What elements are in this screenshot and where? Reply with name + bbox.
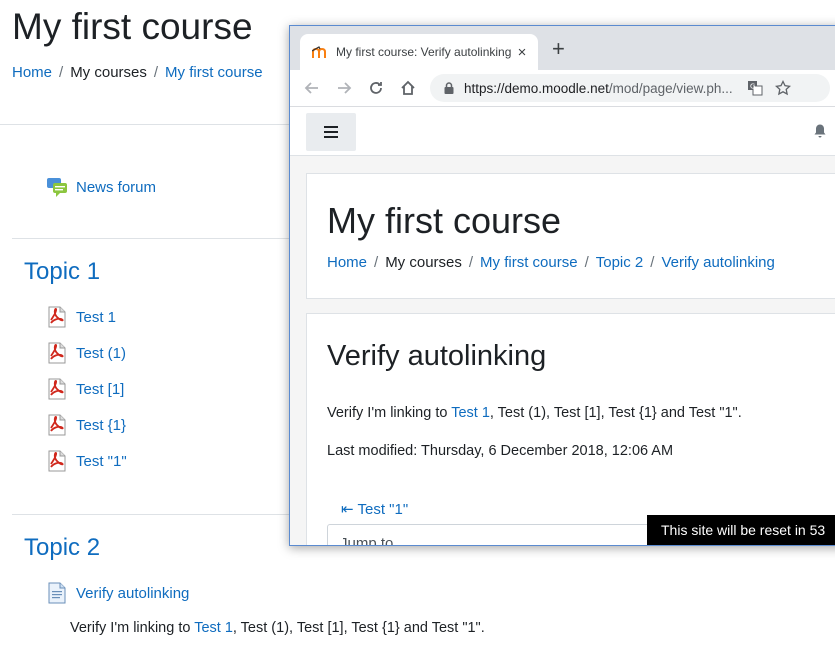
tab-strip: My first course: Verify autolinking × + xyxy=(290,26,835,70)
page-header-card: My first course Home / My courses / My first… xyxy=(306,173,835,299)
breadcrumb-separator: / xyxy=(468,254,474,271)
page-icon xyxy=(48,582,66,604)
topic-2-summary: Verify I'm linking to Test 1, Test (1), … xyxy=(70,620,485,636)
activity-page[interactable]: Verify autolinking xyxy=(46,582,189,604)
svg-text:G: G xyxy=(750,83,755,91)
file-link[interactable]: Test (1) xyxy=(76,345,126,362)
notification-bell-icon[interactable] xyxy=(812,123,828,139)
file-item[interactable]: Test (1) xyxy=(46,342,126,364)
top-navbar xyxy=(290,107,835,156)
page-breadcrumb: Home / My courses / My first course / Topic 2 /… xyxy=(327,254,775,271)
menu-toggle-button[interactable] xyxy=(306,113,356,151)
reset-notice: This site will be reset in 53 xyxy=(647,515,835,545)
lock-icon xyxy=(444,82,454,94)
breadcrumb: Home / My courses / My first course xyxy=(12,64,263,81)
topic-2-title[interactable]: Topic 2 xyxy=(24,534,100,562)
page-course-title: My first course xyxy=(327,200,562,241)
breadcrumb-separator: / xyxy=(584,254,589,271)
breadcrumb-home[interactable]: Home xyxy=(12,64,52,81)
topic-1-title[interactable]: Topic 1 xyxy=(24,258,100,286)
file-link[interactable]: Test {1} xyxy=(76,417,126,434)
breadcrumb-page[interactable]: Verify autolinking xyxy=(661,254,774,271)
jump-to-select[interactable]: Jump to... xyxy=(327,524,657,545)
breadcrumb-topic[interactable]: Topic 2 xyxy=(596,254,644,271)
pdf-icon xyxy=(48,306,66,328)
forum-icon xyxy=(47,178,67,197)
activity-news-forum[interactable]: News forum xyxy=(46,176,156,198)
file-item[interactable]: Test 1 xyxy=(46,306,116,328)
moodle-page: My first course Home / My courses / My first… xyxy=(290,107,835,545)
breadcrumb-home[interactable]: Home xyxy=(327,254,367,271)
summary-text: Verify I'm linking to xyxy=(70,620,195,636)
previous-activity-link[interactable]: ⇤ Test "1" xyxy=(341,500,408,518)
summary-text: , Test (1), Test [1], Test {1} and Test … xyxy=(232,620,485,636)
breadcrumb-separator: / xyxy=(650,254,655,271)
close-tab-icon[interactable]: × xyxy=(512,44,532,61)
forward-icon[interactable] xyxy=(334,78,354,98)
body-test1-link[interactable]: Test 1 xyxy=(451,405,490,421)
breadcrumb-course[interactable]: My first course xyxy=(480,254,578,271)
address-bar[interactable]: https://demo.moodle.net/mod/page/view.ph… xyxy=(430,74,830,102)
tab-title: My first course: Verify autolinking xyxy=(336,45,512,59)
browser-window: My first course: Verify autolinking × + … xyxy=(289,25,835,546)
url-host: https://demo.moodle.net xyxy=(464,80,609,96)
bookmark-star-icon[interactable] xyxy=(774,80,791,96)
body-text: Verify I'm linking to xyxy=(327,405,452,421)
course-title: My first course xyxy=(12,6,253,47)
summary-test1-link[interactable]: Test 1 xyxy=(194,620,233,636)
news-forum-link[interactable]: News forum xyxy=(76,179,156,196)
pdf-icon xyxy=(48,342,66,364)
last-modified: Last modified: Thursday, 6 December 2018… xyxy=(327,443,674,459)
prev-arrow-icon: ⇤ xyxy=(341,501,354,518)
hamburger-icon xyxy=(324,126,338,138)
file-link[interactable]: Test 1 xyxy=(76,309,116,326)
back-icon[interactable] xyxy=(302,78,322,98)
breadcrumb-separator: / xyxy=(153,64,159,81)
prev-activity-label: Test "1" xyxy=(357,501,409,518)
home-icon[interactable] xyxy=(398,78,418,98)
file-item[interactable]: Test {1} xyxy=(46,414,126,436)
file-link[interactable]: Test [1] xyxy=(76,381,124,398)
reload-icon[interactable] xyxy=(366,78,386,98)
breadcrumb-my-courses: My courses xyxy=(385,254,462,271)
file-item[interactable]: Test [1] xyxy=(46,378,124,400)
page-body-text: Verify I'm linking to Test 1, Test (1), … xyxy=(327,405,742,421)
body-text: , Test (1), Test [1], Test {1} and Test … xyxy=(489,405,742,421)
pdf-icon xyxy=(48,378,66,400)
file-link[interactable]: Test "1" xyxy=(76,453,127,470)
breadcrumb-separator: / xyxy=(59,64,64,81)
verify-autolinking-link[interactable]: Verify autolinking xyxy=(76,585,189,602)
divider xyxy=(12,514,290,515)
new-tab-icon[interactable]: + xyxy=(552,38,565,60)
breadcrumb-separator: / xyxy=(374,254,379,271)
page-content-card: Verify autolinking Verify I'm linking to… xyxy=(306,313,835,545)
moodle-favicon-icon xyxy=(312,46,326,58)
pdf-icon xyxy=(48,414,66,436)
page-heading: Verify autolinking xyxy=(327,340,547,372)
breadcrumb-my-courses: My courses xyxy=(70,64,147,81)
breadcrumb-course[interactable]: My first course xyxy=(165,64,263,81)
pdf-icon xyxy=(48,450,66,472)
divider xyxy=(0,124,290,125)
browser-toolbar: https://demo.moodle.net/mod/page/view.ph… xyxy=(290,70,835,107)
divider xyxy=(12,238,290,239)
file-item[interactable]: Test "1" xyxy=(46,450,127,472)
translate-icon[interactable]: G xyxy=(747,80,763,96)
browser-tab[interactable]: My first course: Verify autolinking × xyxy=(300,34,538,70)
url-path: /mod/page/view.ph... xyxy=(608,80,733,96)
